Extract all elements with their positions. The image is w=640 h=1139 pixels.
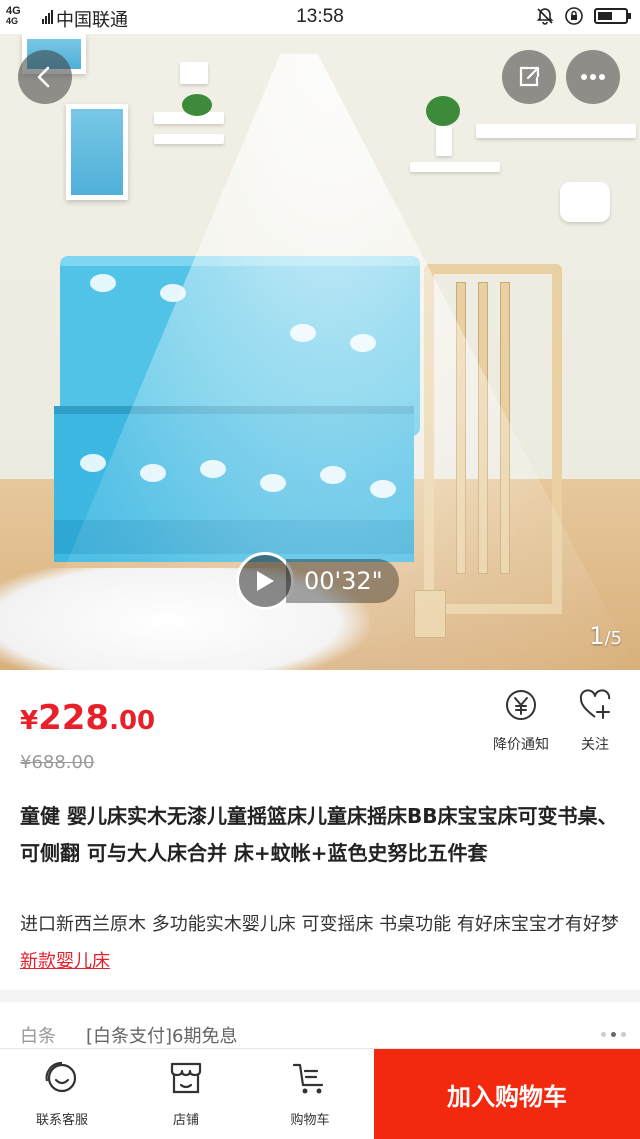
product-subtitle: 进口新西兰原木 多功能实木婴儿床 可变摇床 书桌功能 有好床宝宝才有好梦 新款婴… — [20, 906, 620, 980]
image-pager: 1/5 — [589, 622, 622, 650]
more-icon — [581, 74, 605, 80]
follow-button[interactable]: 关注 — [566, 688, 624, 754]
battery-level — [598, 12, 612, 20]
product-image-gallery[interactable]: 00'32" 1/5 — [0, 34, 640, 670]
credit-text: [白条支付]6期免息 — [86, 1026, 238, 1047]
add-to-cart-button[interactable]: 加入购物车 — [374, 1049, 640, 1139]
video-duration: 00'32" — [286, 559, 399, 603]
heart-plus-icon — [579, 689, 611, 719]
flower-pot — [436, 126, 452, 156]
shop-icon — [170, 1062, 202, 1094]
price-symbol: ¥ — [20, 706, 39, 736]
potted-plant — [182, 94, 212, 116]
wall-shelf — [154, 134, 224, 144]
follow-label: 关注 — [581, 737, 609, 753]
wall-shelf — [476, 124, 636, 138]
price-alert-label: 降价通知 — [493, 737, 549, 753]
share-icon — [519, 66, 540, 87]
pager-total: /5 — [604, 628, 622, 649]
more-button[interactable] — [566, 50, 620, 104]
credit-payment-row[interactable]: 白条 [白条支付]6期免息 — [20, 1022, 238, 1048]
bottom-action-bar: 联系客服 店铺 购物车 加入购物车 — [0, 1048, 640, 1139]
flower-vase — [180, 62, 208, 84]
rotation-lock-icon — [565, 7, 583, 25]
subtitle-link[interactable]: 新款婴儿床 — [20, 951, 110, 972]
product-title: 童健 婴儿床实木无漆儿童摇篮床儿童床摇床BB床宝宝床可变书桌、可侧翻 可与大人床… — [20, 804, 618, 865]
cart-button[interactable]: 购物车 — [260, 1059, 360, 1128]
pager-current: 1 — [589, 622, 605, 650]
wall-picture — [66, 104, 128, 200]
section-divider — [0, 990, 640, 1002]
wall-shelf — [410, 162, 500, 172]
status-bar: 4G 4G 中国联通 13:58 — [0, 0, 640, 34]
shopping-cart-icon — [292, 1063, 324, 1094]
current-price: ¥228.00 — [20, 698, 155, 738]
potted-plant — [426, 96, 460, 126]
back-button[interactable] — [18, 50, 72, 104]
customer-service-label: 联系客服 — [35, 1113, 88, 1128]
status-icons — [536, 6, 631, 26]
credit-label: 白条 — [20, 1026, 56, 1047]
hanging-sign — [560, 182, 610, 222]
shop-label: 店铺 — [172, 1113, 199, 1128]
carousel-dots — [601, 1032, 626, 1037]
price-alert-icon — [506, 690, 536, 720]
video-play-button[interactable]: 00'32" — [236, 552, 399, 610]
mute-bell-icon — [536, 8, 554, 25]
price-alert-button[interactable]: 降价通知 — [486, 688, 556, 754]
headset-icon — [45, 1061, 77, 1093]
battery-icon — [594, 8, 631, 24]
price-integer: 228 — [38, 698, 110, 738]
share-button[interactable] — [502, 50, 556, 104]
cart-label: 购物车 — [290, 1113, 330, 1128]
original-price: ¥688.00 — [20, 752, 95, 773]
shop-button[interactable]: 店铺 — [136, 1059, 236, 1128]
price-decimal: .00 — [109, 706, 156, 736]
back-arrow-icon — [37, 66, 50, 88]
subtitle-text: 进口新西兰原木 多功能实木婴儿床 可变摇床 书桌功能 有好床宝宝才有好梦 — [20, 914, 619, 935]
customer-service-button[interactable]: 联系客服 — [12, 1059, 112, 1128]
